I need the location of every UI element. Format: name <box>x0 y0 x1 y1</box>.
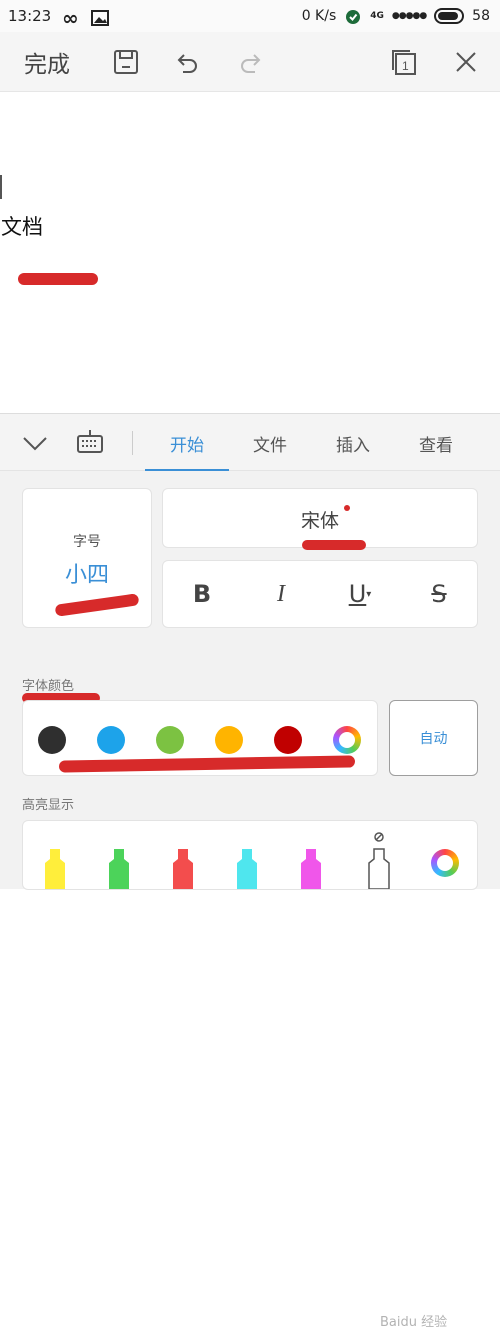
status-time: 13:23 <box>8 7 52 25</box>
tab-view[interactable]: 查看 <box>394 414 478 472</box>
highlighter-magenta-icon[interactable] <box>299 849 323 889</box>
page-count-icon[interactable]: 1 <box>386 32 422 92</box>
ribbon-panel: 字号 小四 宋体 B I U ▾ S 字体颜色 自动 高亮显示 Baidu 经验 <box>0 471 500 1330</box>
status-right: 0 K/s 4G ●●●●● 58 <box>302 7 490 25</box>
image-icon <box>90 10 109 26</box>
highlight-palette <box>22 820 478 890</box>
highlighter-green-icon[interactable] <box>107 849 131 889</box>
font-color-palette <box>22 700 378 776</box>
highlight-color-wheel-icon[interactable] <box>431 849 459 877</box>
font-size-label: 字号 <box>73 534 101 550</box>
strikethrough-button[interactable]: S <box>400 561 478 627</box>
color-swatch-black[interactable] <box>38 726 66 754</box>
color-wheel-icon[interactable] <box>333 726 361 754</box>
tab-file[interactable]: 文件 <box>228 414 312 472</box>
tab-start[interactable]: 开始 <box>145 414 229 472</box>
font-family-selector[interactable]: 宋体 <box>162 488 478 550</box>
battery-level: 58 <box>472 8 490 24</box>
font-color-label: 字体颜色 <box>22 679 75 694</box>
ribbon-tab-bar: 开始 文件 插入 查看 <box>0 413 500 472</box>
tab-insert[interactable]: 插入 <box>311 414 395 472</box>
dropdown-caret-icon: ▾ <box>366 588 372 600</box>
signal-icon: ●●●●● <box>391 11 427 21</box>
color-swatch-yellow[interactable] <box>215 726 243 754</box>
status-bar: 13:23 ∞ 0 K/s 4G ●●●●● 58 <box>0 0 500 32</box>
document-text[interactable]: 文档 <box>1 211 43 241</box>
annotation-mark <box>58 755 356 773</box>
editor-toolbar: 完成 1 <box>0 32 500 92</box>
auto-color-button[interactable]: 自动 <box>389 700 478 776</box>
network-type: 4G <box>370 11 384 21</box>
keyboard-icon[interactable] <box>74 428 106 458</box>
italic-button[interactable]: I <box>242 561 320 627</box>
font-size-value: 小四 <box>64 563 109 588</box>
divider <box>132 431 133 455</box>
infinity-icon: ∞ <box>62 6 79 30</box>
no-highlight-icon[interactable] <box>367 831 391 889</box>
status-left-icons: ∞ <box>62 6 109 30</box>
underline-button[interactable]: U ▾ <box>321 561 399 627</box>
new-indicator-dot <box>344 505 350 511</box>
done-button[interactable]: 完成 <box>10 32 84 92</box>
close-icon[interactable] <box>448 32 484 92</box>
font-size-selector[interactable]: 字号 小四 <box>22 488 152 628</box>
text-cursor <box>0 175 2 199</box>
annotation-mark <box>54 593 140 617</box>
highlighter-yellow-icon[interactable] <box>43 849 67 889</box>
color-swatch-red[interactable] <box>274 726 302 754</box>
bold-button[interactable]: B <box>163 561 241 627</box>
color-swatch-green[interactable] <box>156 726 184 754</box>
network-speed: 0 K/s <box>301 8 337 24</box>
battery-icon <box>434 8 465 24</box>
alarm-icon <box>346 10 361 24</box>
redo-icon[interactable] <box>232 32 268 92</box>
chevron-down-icon[interactable] <box>18 426 52 460</box>
watermark: Baidu 经验 <box>380 1315 448 1330</box>
highlight-label: 高亮显示 <box>22 798 75 813</box>
highlighter-cyan-icon[interactable] <box>235 849 259 889</box>
svg-text:1: 1 <box>402 59 409 73</box>
annotation-mark <box>18 273 98 285</box>
highlighter-red-icon[interactable] <box>171 849 195 889</box>
annotation-mark <box>302 540 366 550</box>
save-icon[interactable] <box>108 32 144 92</box>
undo-icon[interactable] <box>170 32 206 92</box>
document-canvas[interactable]: 文档 <box>0 93 500 413</box>
text-format-group: B I U ▾ S <box>162 560 478 628</box>
font-family-value: 宋体 <box>300 510 339 532</box>
color-swatch-blue[interactable] <box>97 726 125 754</box>
